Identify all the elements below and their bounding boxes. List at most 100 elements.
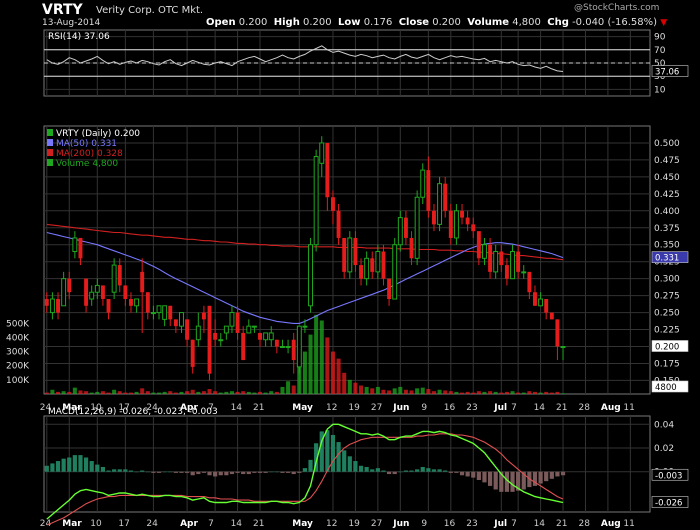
volume-bar [488,391,493,394]
candle-body [173,319,178,327]
volume-bar [370,388,375,394]
macd-histogram-bar [487,471,493,486]
candle-body [488,244,493,272]
candle-body [56,299,60,313]
candle-body [453,210,459,239]
volume-bar [415,388,420,394]
candle-body [443,183,448,211]
x-axis-label-bottom: 7 [208,519,214,529]
macd-histogram-bar [207,471,212,476]
candle-body [78,237,83,259]
macd-histogram-bar [482,471,487,483]
macd-histogram-bar [263,471,268,473]
volume-bar [510,391,515,394]
price-panel-frame [43,125,651,395]
macd-histogram-bar [78,455,83,472]
candle-body [72,237,78,253]
volume-bar [207,389,212,394]
x-axis-label-bottom: 23 [466,519,477,529]
volume-ytick-label: 200K [6,362,30,372]
macd-histogram-bar [358,465,364,472]
volume-bar [286,381,291,394]
price-ytick-label: 0.425 [654,190,680,200]
candle-body [381,251,386,279]
x-axis-label: Jul [493,403,507,413]
macd-histogram-bar [128,470,134,472]
macd-histogram-bar [297,471,302,473]
macd-histogram-bar [173,471,178,473]
macd-histogram-bar [364,466,369,472]
legend-label: MA(50) 0.331 [56,139,117,149]
macd-histogram-bar [246,471,251,475]
x-axis-label-bottom: 28 [578,519,590,529]
volume-bar [78,390,83,394]
candle-body [195,325,201,341]
candle-body [504,265,509,279]
legend-swatch [47,129,53,136]
price-ytick-label: 0.475 [654,156,680,166]
volume-last-tag: 4800 [655,383,677,393]
volume-bar [330,351,335,394]
volume-bar [347,379,352,394]
macd-histogram-bar [252,471,257,473]
price-ytick-label: 0.350 [654,241,680,251]
volume-bar [392,388,397,394]
candle-body [325,142,330,198]
candle-body [370,258,375,272]
volume-bar [482,391,487,394]
candle-body [179,312,184,327]
macd-histogram-bar [285,471,291,473]
x-axis-label: 28 [578,403,590,413]
macd-histogram-bar [179,471,184,473]
volume-bar [168,391,173,394]
macd-histogram-bar [95,464,100,472]
rsi-ytick-label: 10 [654,85,666,95]
volume-bar [561,393,566,394]
x-axis-label-bottom: 12 [326,519,337,529]
candle-body [213,332,218,340]
candle-body [156,305,162,314]
macd-ytick-label: 0.04 [654,420,674,430]
candle-body [129,299,133,306]
price-ytick-label: 0.375 [654,224,680,234]
volume-bar [448,391,453,394]
macd-histogram-bar [106,470,111,472]
x-axis-label-bottom: Apr [180,519,198,529]
x-axis-label: 23 [466,403,477,413]
macd-histogram-bar [50,463,55,472]
volume-bar [252,392,257,394]
rsi-last-tag: 37.06 [655,68,679,78]
macd-histogram-bar [224,471,229,476]
candle-body [218,339,224,342]
macd-last-tag: -0.026 [655,499,682,509]
macd-histogram-bar [241,471,246,475]
x-axis-label: 16 [444,403,456,413]
macd-histogram-bar [415,469,420,472]
macd-histogram-bar [342,450,347,472]
volume-bar [538,392,543,394]
candle-body [134,298,140,307]
macd-histogram-bar [274,471,279,473]
candle-body [89,291,95,300]
x-axis-label-bottom: 7 [511,519,517,529]
volume-bar [555,391,560,394]
candle-body [201,312,206,320]
candle-body [533,292,537,306]
macd-histogram-bar [44,465,49,472]
rsi-ytick-label: 70 [654,46,666,56]
volume-bar [403,389,408,394]
macd-histogram-bar [196,471,201,475]
volume-bar [426,389,431,394]
macd-histogram-bar [156,471,162,473]
volume-bar [387,390,392,394]
price-ytick-label: 0.500 [654,139,680,149]
volume-bar [375,386,380,394]
candle-body [117,265,122,286]
macd-histogram-bar [55,461,61,472]
macd-histogram-bar [112,469,117,472]
volume-bar [342,372,347,394]
x-axis-label-bottom: 10 [90,519,102,529]
volume-bar [128,392,133,394]
x-axis-label-bottom: 27 [371,519,382,529]
candle-body [44,299,49,306]
